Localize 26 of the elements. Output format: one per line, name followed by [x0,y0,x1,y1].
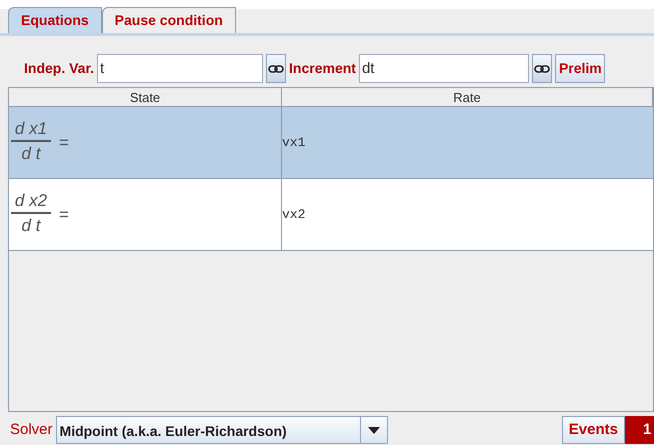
field-label: Increment [289,59,356,78]
text-field[interactable]: t [97,54,264,84]
prelim-button[interactable]: Prelim [554,54,605,84]
column-header: State [9,88,282,107]
equals-sign: = [59,132,69,154]
text-field[interactable]: dt [358,54,529,84]
numerator: d x2 [14,190,48,212]
solver-dropdown[interactable]: Midpoint (a.k.a. Euler-Richardson) [56,416,388,444]
events-button[interactable]: Events [562,416,625,444]
tab[interactable]: Equations [8,6,102,33]
denominator: d t [22,215,40,238]
link-button[interactable] [532,54,552,84]
events-count: 1 [625,416,654,444]
numerator: d x1 [14,118,48,140]
rate-cell-text: vx2 [282,206,306,224]
caret-icon [368,426,380,434]
column-header: Rate [282,88,653,107]
tab[interactable]: Pause condition [102,6,236,33]
link-icon [534,64,550,73]
equals-sign: = [59,204,69,226]
solver-label: Solver [10,420,53,440]
rate-cell-text: vx1 [282,134,306,152]
field-label: Indep. Var. [24,59,94,78]
denominator: d t [22,143,40,166]
link-icon [268,64,284,73]
link-button[interactable] [266,54,286,84]
